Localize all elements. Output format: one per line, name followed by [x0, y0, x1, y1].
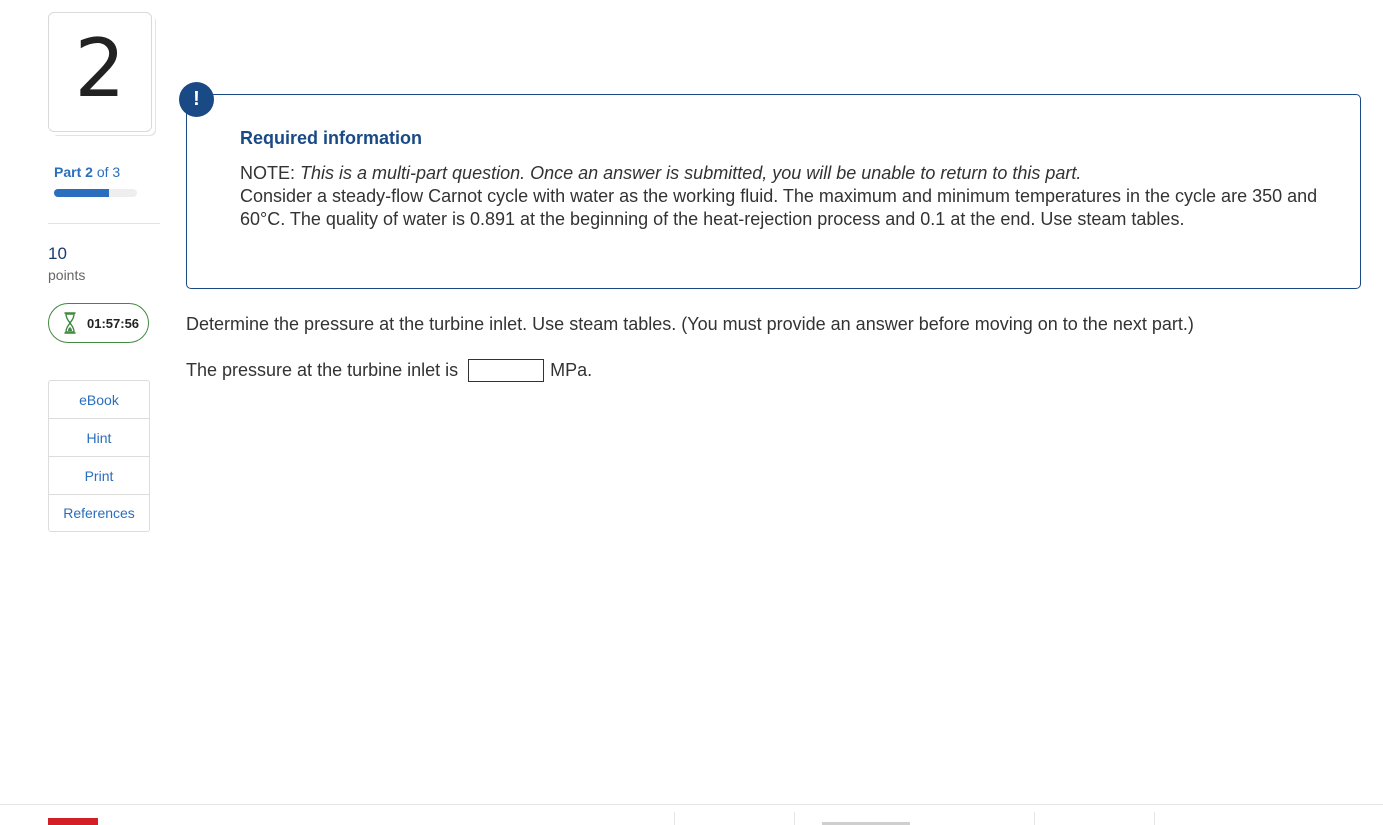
timer[interactable]: 01:57:56 — [48, 303, 149, 343]
part-total: of 3 — [96, 164, 121, 180]
tools-menu: eBook Hint Print References — [48, 380, 150, 532]
references-link[interactable]: References — [49, 495, 149, 531]
note-line: NOTE: This is a multi-part question. Onc… — [240, 162, 1330, 185]
footer-separator — [1154, 812, 1155, 825]
note-text: This is a multi-part question. Once an a… — [300, 163, 1082, 183]
question-prompt: Determine the pressure at the turbine in… — [186, 314, 1194, 334]
footer-separator — [1034, 812, 1035, 825]
pressure-answer-input[interactable] — [468, 359, 545, 382]
hourglass-icon — [64, 312, 76, 334]
answer-lead-text: The pressure at the turbine inlet is — [186, 360, 459, 380]
divider — [48, 223, 160, 224]
points-value: 10 — [48, 244, 67, 263]
required-info-body: NOTE: This is a multi-part question. Onc… — [240, 162, 1330, 231]
footer-separator — [674, 812, 675, 825]
footer-separator — [794, 812, 795, 825]
required-info-title: Required information — [240, 128, 423, 148]
hint-link[interactable]: Hint — [49, 419, 149, 457]
footer-divider — [0, 804, 1383, 805]
points-label: points — [48, 267, 86, 283]
part-progress-bar — [54, 189, 137, 197]
ebook-link[interactable]: eBook — [49, 381, 149, 419]
alert-icon: ! — [179, 82, 214, 117]
part-current: Part 2 — [54, 164, 93, 180]
question-number-card: 2 — [48, 12, 152, 132]
problem-statement: Consider a steady-flow Carnot cycle with… — [240, 186, 1318, 229]
print-link[interactable]: Print — [49, 457, 149, 495]
part-indicator: Part 2 of 3 — [54, 164, 120, 180]
answer-unit: MPa. — [550, 360, 593, 380]
brand-logo — [48, 818, 98, 825]
answer-row: The pressure at the turbine inlet is MPa… — [186, 359, 592, 382]
part-progress-fill — [54, 189, 110, 197]
note-prefix: NOTE: — [240, 163, 301, 183]
timer-text: 01:57:56 — [87, 315, 140, 331]
question-number: 2 — [74, 22, 126, 115]
